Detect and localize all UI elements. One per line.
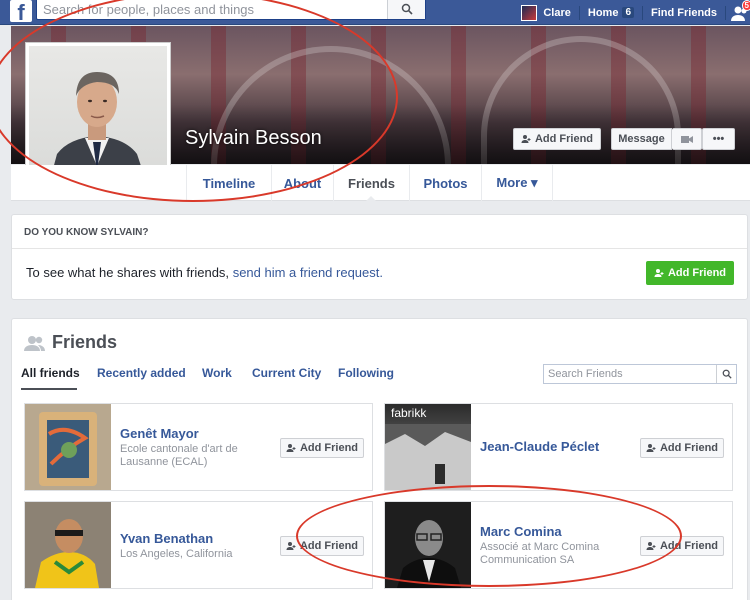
home-count-badge: 6 <box>622 7 634 18</box>
friend-card: fabrikk Jean-Claude Péclet Add Friend <box>384 403 733 491</box>
add-friend-label: Add Friend <box>667 267 727 279</box>
nav-find-friends-link[interactable]: Find Friends <box>643 0 725 25</box>
add-friend-icon <box>286 542 296 550</box>
friends-search-input[interactable] <box>544 365 714 383</box>
nav-right: Clare Home 6 Find Friends 5 <box>513 0 750 25</box>
profile-tab-bar: Timeline About Friends Photos More ▾ <box>11 165 750 202</box>
tab-label: About <box>283 175 322 191</box>
active-tab-caret-icon <box>365 196 377 202</box>
friend-requests-button[interactable]: 5 <box>726 0 750 25</box>
friend-card: Genêt Mayor Ecole cantonale d'art de Lau… <box>24 403 373 491</box>
facebook-logo[interactable]: f <box>10 0 32 22</box>
friend-photo-person <box>35 519 99 588</box>
more-options-label: ••• <box>712 133 725 145</box>
add-friend-icon <box>286 444 296 452</box>
friends-search-button[interactable] <box>716 365 736 383</box>
search-button[interactable] <box>387 0 425 19</box>
friends-tab-all[interactable]: All friends <box>21 366 80 380</box>
do-you-know-text: To see what he shares with friends, send… <box>26 265 383 280</box>
friend-detail-line: Los Angeles, California <box>120 548 233 560</box>
add-friend-icon <box>646 542 656 550</box>
friend-thumbnail[interactable] <box>385 502 471 588</box>
friend-name[interactable]: Jean-Claude Péclet <box>480 439 599 454</box>
friend-name[interactable]: Genêt Mayor <box>120 426 199 441</box>
friends-search-box <box>543 364 737 384</box>
search-icon <box>722 369 732 379</box>
friend-thumbnail[interactable] <box>25 404 111 490</box>
friend-photo-person <box>397 520 461 588</box>
add-friend-icon <box>654 269 664 277</box>
friend-detail-line: Lausanne (ECAL) <box>120 456 208 468</box>
friends-icon <box>24 335 45 351</box>
send-friend-request-link[interactable]: send him a friend request. <box>233 265 383 280</box>
do-you-know-sentence: To see what he shares with friends, <box>26 265 230 280</box>
friend-photo-artwork <box>39 412 97 486</box>
friends-title-label: Friends <box>52 332 118 352</box>
find-friends-label: Find Friends <box>651 6 717 19</box>
tab-about[interactable]: About <box>271 165 333 201</box>
top-navigation-bar: f Clare Home 6 Find Friends 5 <box>0 0 750 25</box>
friend-thumbnail[interactable] <box>25 502 111 588</box>
more-options-button[interactable]: ••• <box>702 128 735 150</box>
add-friend-button[interactable]: Add Friend <box>280 438 364 458</box>
tab-label: Friends <box>348 175 395 191</box>
add-friend-icon <box>521 135 531 143</box>
search-input[interactable] <box>37 0 387 19</box>
do-you-know-heading: DO YOU KNOW SYLVAIN? <box>12 215 747 249</box>
add-friend-icon <box>646 444 656 452</box>
message-button[interactable]: Message <box>611 128 672 150</box>
add-friend-label: Add Friend <box>299 540 359 552</box>
add-friend-label: Add Friend <box>659 442 719 454</box>
friend-name[interactable]: Marc Comina <box>480 524 562 539</box>
search-box <box>36 0 426 20</box>
active-tab-underline <box>21 388 77 390</box>
add-friend-button[interactable]: Add Friend <box>280 536 364 556</box>
friend-requests-badge: 5 <box>741 0 750 11</box>
nav-profile-link[interactable]: Clare <box>513 0 579 25</box>
profile-picture-illustration <box>49 72 147 184</box>
friend-detail-line: Associé at Marc Comina <box>480 541 600 553</box>
add-friend-label: Add Friend <box>299 442 359 454</box>
tab-photos[interactable]: Photos <box>409 165 481 201</box>
tab-label: Timeline <box>202 175 256 191</box>
tab-label: Photos <box>423 175 468 191</box>
video-call-button[interactable] <box>672 128 702 150</box>
friend-thumbnail-text: fabrikk <box>391 406 427 420</box>
friend-thumbnail[interactable]: fabrikk <box>385 404 471 490</box>
add-friend-label: Add Friend <box>659 540 719 552</box>
friend-card: Yvan Benathan Los Angeles, California Ad… <box>24 501 373 589</box>
friends-tab-work[interactable]: Work <box>202 366 232 380</box>
nav-user-name: Clare <box>543 6 571 19</box>
tab-label: More ▾ <box>496 175 538 190</box>
friend-card: Marc Comina Associé at Marc Comina Commu… <box>384 501 733 589</box>
add-friend-button[interactable]: Add Friend <box>640 438 724 458</box>
friends-tab-recently-added[interactable]: Recently added <box>97 366 186 380</box>
add-friend-green-button[interactable]: Add Friend <box>646 261 734 285</box>
friends-tab-following[interactable]: Following <box>338 366 394 380</box>
tab-timeline[interactable]: Timeline <box>186 165 271 201</box>
add-friend-label: Add Friend <box>534 133 594 145</box>
nav-home-link[interactable]: Home 6 <box>580 0 642 25</box>
message-label: Message <box>618 133 665 145</box>
profile-name[interactable]: Sylvain Besson <box>185 127 322 150</box>
profile-picture <box>29 46 167 184</box>
tab-more[interactable]: More ▾ <box>481 165 553 201</box>
friend-detail-line: Communication SA <box>480 554 575 566</box>
do-you-know-panel: DO YOU KNOW SYLVAIN? To see what he shar… <box>11 214 748 300</box>
avatar <box>521 4 538 21</box>
add-friend-button[interactable]: Add Friend <box>513 128 601 150</box>
friends-section-title: Friends <box>24 332 117 353</box>
video-camera-icon <box>680 135 693 143</box>
friend-detail-line: Ecole cantonale d'art de <box>120 443 238 455</box>
friends-tab-current-city[interactable]: Current City <box>252 366 321 380</box>
add-friend-button[interactable]: Add Friend <box>640 536 724 556</box>
search-icon <box>401 3 413 15</box>
friend-name[interactable]: Yvan Benathan <box>120 531 213 546</box>
home-label: Home <box>587 6 619 19</box>
